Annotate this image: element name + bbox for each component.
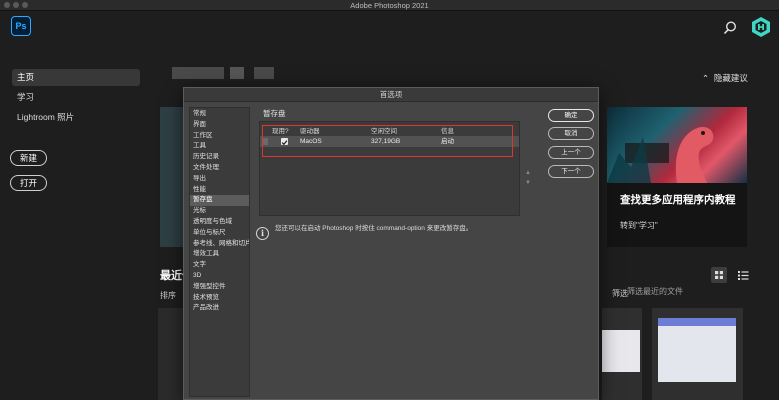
category-performance[interactable]: 性能 <box>190 185 249 196</box>
category-type[interactable]: 文字 <box>190 260 249 271</box>
arrow-down-icon[interactable]: ▼ <box>525 180 531 186</box>
category-tools[interactable]: 工具 <box>190 141 249 152</box>
info-text: 您还可以在启动 Photoshop 时按住 command-option 来更改… <box>275 225 473 232</box>
photoshop-logo: Ps <box>11 16 31 36</box>
category-scratch-disks[interactable]: 暂存盘 <box>190 195 249 207</box>
cancel-button[interactable]: 取消 <box>548 127 594 140</box>
promo-artwork <box>607 107 747 183</box>
sidebar: 主页 学习 Lightroom 照片 新建 打开 <box>0 45 150 400</box>
new-button[interactable]: 新建 <box>10 150 48 166</box>
dialog-title: 首选项 <box>184 88 598 102</box>
category-transparency-gamut[interactable]: 透明度与色域 <box>190 217 249 228</box>
previous-button[interactable]: 上一个 <box>548 146 594 159</box>
app-header: Ps <box>0 11 779 45</box>
open-button[interactable]: 打开 <box>10 175 48 191</box>
blurred-greeting-part <box>254 67 274 79</box>
hide-suggestions-label: 隐藏建议 <box>713 73 748 83</box>
sort-label[interactable]: 排序 <box>160 290 176 301</box>
sidebar-item-learn[interactable]: 学习 <box>12 89 140 106</box>
sidebar-item-lightroom[interactable]: Lightroom 照片 <box>12 109 140 126</box>
recent-file-thumbnail[interactable] <box>602 308 642 400</box>
list-view-icon[interactable] <box>735 267 751 283</box>
search-icon[interactable] <box>722 20 738 36</box>
category-plugins[interactable]: 增效工具 <box>190 249 249 260</box>
filter-recent-files-input[interactable]: 筛选最近的文件 <box>627 286 747 298</box>
arrow-up-icon[interactable]: ▲ <box>525 170 531 176</box>
next-button[interactable]: 下一个 <box>548 165 594 178</box>
category-list: 常规 界面 工作区 工具 历史记录 文件处理 导出 性能 暂存盘 光标 透明度与… <box>189 107 250 397</box>
recent-file-thumbnail[interactable] <box>158 308 184 400</box>
info-icon: i <box>256 227 269 240</box>
category-interface[interactable]: 界面 <box>190 120 249 131</box>
category-enhanced-controls[interactable]: 增强型控件 <box>190 282 249 293</box>
ok-button[interactable]: 确定 <box>548 109 594 122</box>
category-general[interactable]: 常规 <box>190 109 249 120</box>
sidebar-item-home[interactable]: 主页 <box>12 69 140 86</box>
category-cursors[interactable]: 光标 <box>190 206 249 217</box>
section-title: 暂存盘 <box>263 109 286 118</box>
window-titlebar: Adobe Photoshop 2021 <box>0 0 779 11</box>
category-units-rulers[interactable]: 单位与标尺 <box>190 228 249 239</box>
recent-file-thumbnail[interactable] <box>652 308 743 400</box>
category-export[interactable]: 导出 <box>190 174 249 185</box>
grid-view-icon[interactable] <box>711 267 727 283</box>
category-workspace[interactable]: 工作区 <box>190 131 249 142</box>
go-to-learn-link[interactable]: 转到"学习" <box>620 220 658 231</box>
category-technology-previews[interactable]: 技术预览 <box>190 293 249 304</box>
preferences-dialog: 首选项 常规 界面 工作区 工具 历史记录 文件处理 导出 性能 暂存盘 光标 … <box>183 87 599 400</box>
category-3d[interactable]: 3D <box>190 271 249 282</box>
annotation-highlight-box <box>262 125 513 157</box>
suggestion-card-left[interactable] <box>160 107 184 247</box>
hide-suggestions-toggle[interactable]: ⌃ 隐藏建议 <box>702 72 748 84</box>
filter-label: 筛选 <box>612 289 628 298</box>
blurred-greeting <box>172 67 224 79</box>
window-title: Adobe Photoshop 2021 <box>350 1 429 10</box>
tutorial-promo-card[interactable]: 查找更多应用程序内教程 转到"学习" <box>607 107 747 247</box>
category-guides-grid-slices[interactable]: 参考线、网格和切片 <box>190 239 249 250</box>
category-product-improvement[interactable]: 产品改进 <box>190 303 249 314</box>
promo-title: 查找更多应用程序内教程 <box>620 194 736 206</box>
user-avatar-icon[interactable] <box>750 16 772 38</box>
category-file-handling[interactable]: 文件处理 <box>190 163 249 174</box>
chevron-up-icon: ⌃ <box>702 73 710 83</box>
blurred-greeting-part <box>230 67 244 79</box>
category-history-log[interactable]: 历史记录 <box>190 152 249 163</box>
